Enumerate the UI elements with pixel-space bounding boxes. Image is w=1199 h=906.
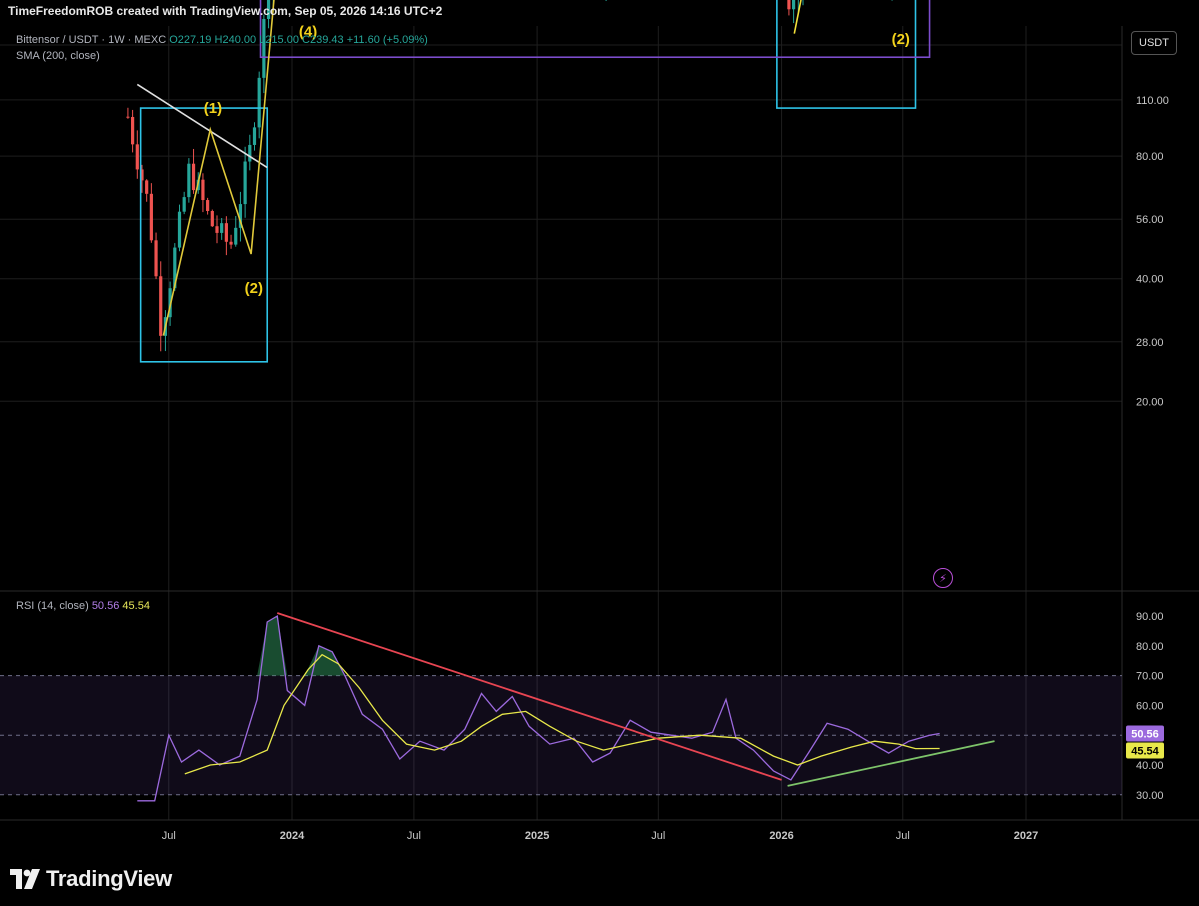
chart-screenshot: 2,750.001,950.001,450.001,050.00750.0055… <box>0 0 1199 906</box>
time-axis-label: 2024 <box>280 830 305 842</box>
candle-body <box>229 241 233 245</box>
rsi-ma-value: 45.54 <box>122 600 150 612</box>
elliott-wave-label: (2) <box>245 280 263 297</box>
candle-body <box>224 223 228 242</box>
candle-body <box>220 223 224 233</box>
candle-body <box>154 240 158 277</box>
candle-body <box>206 200 210 212</box>
candle-body <box>187 163 191 198</box>
candle-body <box>243 161 247 205</box>
rsi-axis-label: 70.00 <box>1136 671 1164 683</box>
time-axis-label: 2026 <box>769 830 793 842</box>
time-axis-label: Jul <box>651 830 665 842</box>
symbol-name: Bittensor / USDT · 1W · MEXC <box>16 34 167 46</box>
price-axis-label: 56.00 <box>1136 214 1164 226</box>
tradingview-logo-icon <box>10 869 40 889</box>
currency-button[interactable]: USDT <box>1131 31 1177 55</box>
rsi-axis-label: 90.00 <box>1136 611 1164 623</box>
chart-canvas[interactable]: 2,750.001,950.001,450.001,050.00750.0055… <box>0 0 1199 906</box>
brand-name: TradingView <box>46 866 172 891</box>
candle-body <box>131 116 135 145</box>
rsi-axis-label: 40.00 <box>1136 760 1164 772</box>
candle-body <box>262 18 266 78</box>
time-axis-label: Jul <box>162 830 176 842</box>
candle-body <box>248 144 252 162</box>
ohlc-change: +11.60 (+5.09%) <box>346 34 428 46</box>
attribution-text: TimeFreedomROB created with TradingView.… <box>8 4 443 18</box>
candle-body <box>177 211 182 248</box>
time-axis-label: 2025 <box>525 830 549 842</box>
time-axis-label: 2027 <box>1014 830 1038 842</box>
candle-body <box>234 227 238 245</box>
rsi-axis-label: 30.00 <box>1136 790 1164 802</box>
candle-body <box>182 197 186 212</box>
candle-body <box>210 211 214 227</box>
rsi-legend[interactable]: RSI (14, close) 50.56 45.54 <box>16 600 150 612</box>
price-axis-label: 80.00 <box>1136 151 1164 163</box>
price-axis-label: 110.00 <box>1136 95 1169 107</box>
candle-body <box>126 116 130 118</box>
price-axis-label: 20.00 <box>1136 396 1164 408</box>
rsi-value-badge-text: 50.56 <box>1131 729 1159 741</box>
rsi-ma-badge-text: 45.54 <box>1131 745 1159 757</box>
candle-body <box>201 179 205 201</box>
candle-body <box>787 0 791 10</box>
candle-body <box>135 144 139 170</box>
ohlc-close: C239.43 <box>302 34 344 46</box>
rsi-label: RSI (14, close) <box>16 600 89 612</box>
candle-body <box>252 127 257 145</box>
candle-body <box>159 276 163 336</box>
candle-body <box>257 77 261 128</box>
price-axis-label: 40.00 <box>1136 274 1164 286</box>
ohlc-high: H240.00 <box>214 34 257 46</box>
rsi-value: 50.56 <box>91 600 120 612</box>
time-axis-label: Jul <box>407 830 421 842</box>
candle-body <box>145 180 149 194</box>
candle-body <box>215 226 219 233</box>
ohlc-low: L215.00 <box>259 34 299 46</box>
candle-body <box>191 163 196 191</box>
candle-body <box>792 0 796 10</box>
candle-body <box>149 193 153 241</box>
price-axis-label: 28.00 <box>1136 337 1164 349</box>
elliott-wave-label: (1) <box>204 100 222 117</box>
ohlc-open: O227.19 <box>169 34 212 46</box>
rsi-axis-label: 60.00 <box>1136 700 1164 712</box>
symbol-legend: Bittensor / USDT · 1W · MEXC O227.19 H24… <box>16 34 428 46</box>
time-axis-label: Jul <box>896 830 910 842</box>
sma-legend[interactable]: SMA (200, close) <box>16 50 100 62</box>
rsi-axis-label: 80.00 <box>1136 641 1164 653</box>
elliott-wave-label: (2) <box>892 31 910 48</box>
lightning-icon[interactable]: ⚡ <box>933 568 953 588</box>
tradingview-logo[interactable]: TradingView <box>10 866 172 892</box>
